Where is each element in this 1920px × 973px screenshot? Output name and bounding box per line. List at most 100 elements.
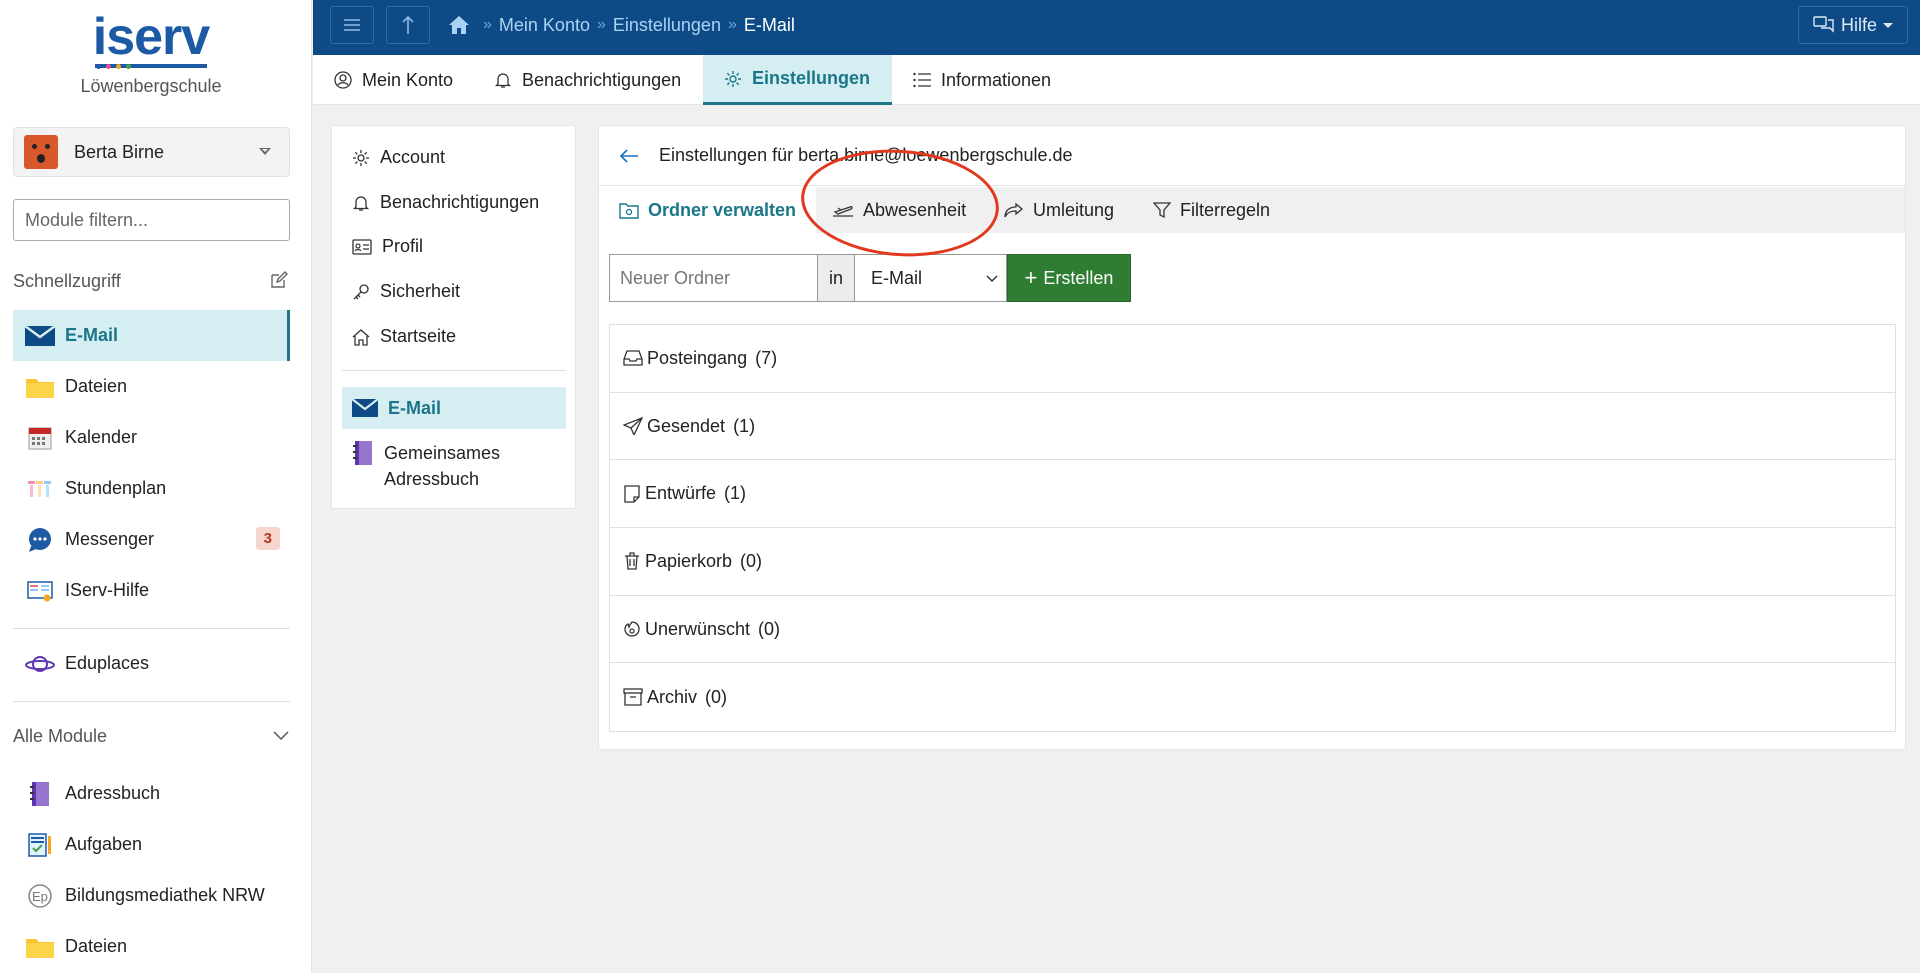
top-bar: » Mein Konto » Einstellungen » E-Mail Hi… [313,0,1920,55]
key-icon [353,283,369,299]
edit-icon[interactable] [270,271,288,289]
sidebar-item-label: Eduplaces [65,653,150,673]
bell-icon [494,73,512,88]
logo-dots [96,56,136,74]
home-icon[interactable] [448,14,470,36]
settings-item-sicherheit[interactable]: Sicherheit [352,281,460,302]
up-level-button[interactable] [386,6,430,44]
settings-item-startseite[interactable]: Startseite [352,326,456,347]
back-arrow-icon[interactable] [619,148,639,164]
settings-item-email[interactable]: E-Mail [342,387,566,429]
menu-toggle-button[interactable] [330,6,374,44]
folder-name: Gesendet [647,415,726,436]
settings-divider [342,370,566,371]
unread-badge: 3 [255,527,280,550]
create-folder-button[interactable]: + Erstellen [1007,254,1131,302]
tab-label: Mein Konto [362,69,454,90]
school-name: Löwenbergschule [80,76,222,96]
sidebar: iserv Löwenbergschule Berta Birne Schnel… [0,0,312,973]
sidebar-item-aufgaben[interactable]: Aufgaben [13,819,290,870]
settings-item-account[interactable]: Account [352,147,445,168]
parent-folder-select[interactable]: E-Mail [855,254,1007,302]
trash-icon [625,552,639,571]
folder-count: (1) [724,483,747,504]
user-circle-icon [334,71,352,89]
tab-label: Einstellungen [752,68,871,88]
sidebar-item-dateien[interactable]: Dateien [13,361,290,412]
help-button[interactable]: Hilfe [1798,6,1908,44]
all-modules-toggle[interactable]: Alle Module [13,726,107,747]
tab-einstellungen[interactable]: Einstellungen [703,55,892,105]
mail-icon [352,399,378,417]
help-label: Hilfe [1840,14,1877,35]
iserv-logo[interactable]: iserv [0,8,302,69]
messenger-icon [25,527,55,552]
send-icon [623,417,643,436]
tab-label: Umleitung [1033,199,1115,220]
tab-filterregeln[interactable]: Filterregeln [1133,187,1290,233]
folder-name: Entwürfe [645,483,717,504]
id-card-icon [352,238,372,255]
sidebar-item-iserv-hilfe[interactable]: IServ-Hilfe [13,565,290,616]
folder-row-papierkorb[interactable]: Papierkorb (0) [610,528,1895,596]
sidebar-item-messenger[interactable]: Messenger 3 [13,514,290,565]
page-title: Einstellungen für berta.birne@loewenberg… [659,145,1073,165]
chevron-down-icon[interactable] [272,726,290,744]
email-settings-tabs: Ordner verwalten Abwesenheit Umleitung F… [599,187,1905,233]
sidebar-item-label: E-Mail [65,325,119,345]
breadcrumb-mein-konto[interactable]: Mein Konto [499,15,590,36]
timetable-icon [25,477,55,501]
folder-row-archiv[interactable]: Archiv (0) [610,663,1895,731]
breadcrumb-einstellungen[interactable]: Einstellungen [613,15,721,36]
sidebar-item-bildungsmediathek[interactable]: Ep Bildungsmediathek NRW [13,870,290,921]
settings-item-label: Gemeinsames [384,443,501,463]
sidebar-item-label: Kalender [65,427,138,447]
folder-row-entwuerfe[interactable]: Entwürfe (1) [610,460,1895,529]
plus-icon: + [1024,265,1038,290]
new-folder-form: in E-Mail + Erstellen [609,254,1131,302]
tab-label: Ordner verwalten [648,199,797,220]
settings-item-gemeinsames-adressbuch[interactable]: Gemeinsames Adressbuch [352,440,500,492]
module-filter-input[interactable] [13,199,290,241]
account-tabs: Mein Konto Benachrichtigungen Einstellun… [313,55,1920,105]
select-value: E-Mail [871,267,923,288]
sidebar-item-dateien-2[interactable]: Dateien [13,921,290,972]
tab-benachrichtigungen[interactable]: Benachrichtigungen [473,55,702,105]
quick-access-label: Schnellzugriff [13,271,121,291]
new-folder-input[interactable] [609,254,818,302]
folder-row-gesendet[interactable]: Gesendet (1) [610,393,1895,461]
email-settings-card: Einstellungen für berta.birne@loewenberg… [598,125,1906,750]
sidebar-item-eduplaces[interactable]: Eduplaces [13,638,290,689]
addressbook-icon [353,441,372,465]
folder-row-unerwuenscht[interactable]: Unerwünscht (0) [610,596,1895,664]
in-label: in [818,254,855,302]
tab-informationen[interactable]: Informationen [892,55,1072,105]
plane-departure-icon [833,206,853,217]
mail-icon [25,324,55,348]
sidebar-item-email[interactable]: E-Mail [13,310,290,361]
tab-abwesenheit[interactable]: Abwesenheit [812,187,986,233]
card-header: Einstellungen für berta.birne@loewenberg… [599,126,1905,186]
sidebar-item-kalender[interactable]: Kalender [13,412,290,463]
folder-count: (0) [740,550,763,571]
tab-umleitung[interactable]: Umleitung [984,187,1134,233]
tab-label: Benachrichtigungen [522,69,682,90]
breadcrumb-current: E-Mail [743,14,795,35]
folder-row-posteingang[interactable]: Posteingang (7) [610,325,1895,393]
sidebar-item-label: Aufgaben [65,834,143,854]
logo-text: iserv [92,8,210,66]
arrow-up-icon [402,15,414,34]
sidebar-item-stundenplan[interactable]: Stundenplan [13,463,290,514]
sidebar-item-label: Stundenplan [65,478,167,498]
tab-label: Filterregeln [1180,199,1271,220]
settings-item-profil[interactable]: Profil [352,236,423,257]
help-chat-icon [1813,16,1834,33]
user-menu[interactable]: Berta Birne [13,127,290,177]
bell-icon [352,195,370,211]
sidebar-item-adressbuch[interactable]: Adressbuch [13,768,290,819]
tab-mein-konto[interactable]: Mein Konto [313,55,474,105]
settings-item-benachrichtigungen[interactable]: Benachrichtigungen [352,192,539,213]
tab-ordner-verwalten[interactable]: Ordner verwalten [599,187,817,233]
folder-count: (0) [705,686,728,707]
sidebar-item-label: IServ-Hilfe [65,580,150,600]
